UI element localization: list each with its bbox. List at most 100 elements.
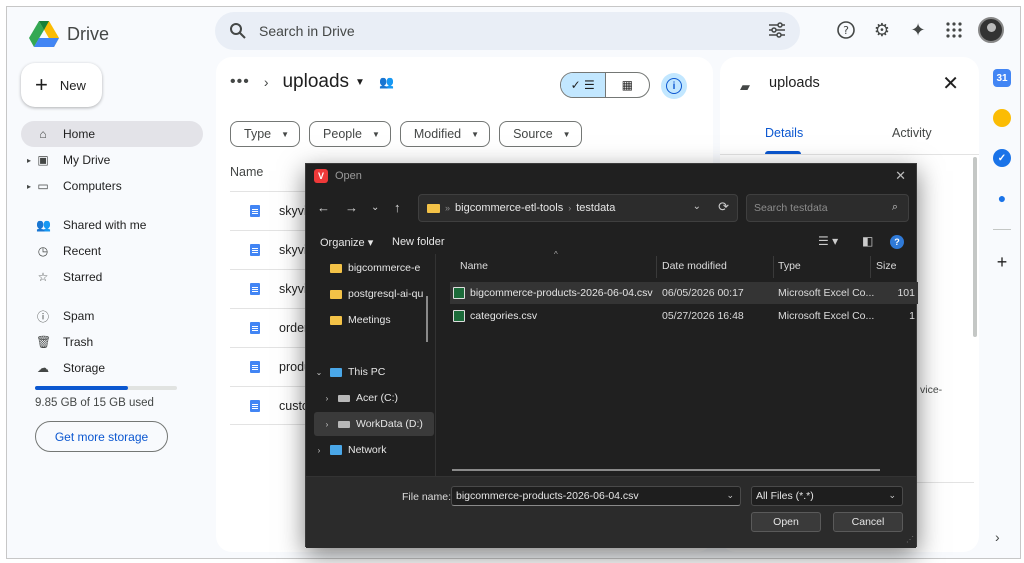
dialog-search-input[interactable]: Search testdata ⌕ [746, 194, 909, 222]
apps-grid-icon[interactable] [942, 18, 966, 42]
new-button[interactable]: + New [21, 63, 102, 107]
filter-type[interactable]: Type ▼ [230, 121, 301, 147]
address-bar[interactable]: » bigcommerce-etl-tools › testdata ⌄ ⟳ [418, 194, 738, 222]
forward-arrow-icon[interactable]: → [345, 200, 358, 215]
preview-pane-icon[interactable]: ◧ [862, 234, 873, 248]
drive-icon: ▣ [37, 153, 49, 167]
path-segment[interactable]: bigcommerce-etl-tools [455, 202, 563, 214]
calendar-icon[interactable]: 31 [993, 69, 1011, 87]
sidebar-item-my-drive[interactable]: ▸ ▣ My Drive [21, 147, 203, 173]
sidebar-item-starred[interactable]: ☆ Starred [21, 264, 203, 290]
nav-folder-item[interactable]: postgresql-ai-qu [314, 282, 434, 306]
search-bar[interactable]: Search in Drive [215, 12, 800, 50]
chevron-down-icon[interactable]: ⌄ [726, 490, 734, 501]
expand-caret-icon[interactable]: ▸ [27, 182, 31, 191]
add-addon-icon[interactable]: + [997, 252, 1008, 273]
column-header-name[interactable]: Name [230, 165, 263, 179]
path-segment[interactable]: testdata [576, 202, 615, 214]
filter-source[interactable]: Source ▼ [499, 121, 582, 147]
expand-caret-icon[interactable]: ▸ [27, 156, 31, 165]
help-icon[interactable]: ? [890, 235, 904, 249]
expand-panel-chevron-icon[interactable]: › [995, 529, 1000, 545]
file-row[interactable]: bigcommerce-products-2026-06-04.csv 06/0… [450, 282, 918, 304]
collapsed-chevron-icon[interactable]: › [322, 394, 332, 403]
shared-people-icon[interactable]: 👥 [379, 75, 394, 89]
help-icon[interactable]: ? [834, 18, 858, 42]
sidebar-item-label: Computers [63, 179, 122, 193]
close-icon[interactable]: ✕ [942, 71, 959, 96]
doc-icon [250, 322, 260, 334]
column-date-modified[interactable]: Date modified [662, 260, 727, 272]
resize-grip-icon[interactable]: ⋰ [906, 535, 914, 544]
file-name-input[interactable]: bigcommerce-products-2026-06-04.csv ⌄ [451, 486, 741, 506]
sidebar-item-spam[interactable]: ⓘ Spam [21, 303, 203, 329]
nav-folder-item[interactable]: Meetings [314, 308, 434, 332]
nav-drive-d[interactable]: › WorkData (D:) [314, 412, 434, 436]
sidebar-item-recent[interactable]: ◷ Recent [21, 238, 203, 264]
file-row[interactable]: categories.csv 05/27/2026 16:48 Microsof… [450, 305, 918, 327]
file-type-select[interactable]: All Files (*.*) ⌄ [751, 486, 903, 506]
collapsed-chevron-icon[interactable]: › [314, 446, 324, 455]
nav-item-label: postgresql-ai-qu [348, 288, 424, 300]
back-arrow-icon[interactable]: ← [317, 200, 330, 215]
sidebar-item-home[interactable]: ⌂ Home [21, 121, 203, 147]
doc-icon [250, 399, 260, 412]
cancel-button[interactable]: Cancel [833, 512, 903, 532]
chevron-down-icon[interactable]: ⌄ [693, 201, 701, 212]
get-more-storage-button[interactable]: Get more storage [35, 421, 168, 452]
filter-modified[interactable]: Modified ▼ [399, 121, 491, 147]
chevron-down-icon[interactable]: ▼ [355, 77, 365, 88]
account-avatar[interactable] [978, 17, 1004, 43]
grid-view-button[interactable]: ▦ [606, 73, 650, 97]
more-path-icon[interactable]: ••• [230, 73, 250, 91]
organize-menu[interactable]: Organize ▾ [320, 236, 373, 249]
clock-icon: ◷ [37, 244, 49, 258]
new-folder-button[interactable]: New folder [392, 236, 445, 248]
nav-this-pc[interactable]: ⌄ This PC [314, 360, 434, 384]
contacts-icon[interactable]: ● [993, 189, 1011, 207]
search-options-icon[interactable] [768, 22, 786, 38]
nav-item-label: Network [348, 444, 387, 456]
list-view-button[interactable]: ✓ ☰ [561, 73, 606, 97]
recent-locations-chevron-icon[interactable]: ⌄ [371, 202, 379, 213]
sidebar-item-shared[interactable]: 👥 Shared with me [21, 212, 203, 238]
drive-logo[interactable]: Drive [29, 21, 109, 47]
page-title[interactable]: uploads [282, 71, 349, 93]
sidebar-nav: ⌂ Home ▸ ▣ My Drive ▸ ▭ Computers 👥 Shared wit… [21, 121, 203, 381]
sidebar-item-storage[interactable]: ☁ Storage [21, 355, 203, 381]
search-input[interactable]: Search in Drive [259, 23, 355, 39]
settings-gear-icon[interactable]: ⚙ [870, 18, 894, 42]
nav-drive-c[interactable]: › Acer (C:) [314, 386, 434, 410]
gemini-sparkle-icon[interactable]: ✦ [906, 18, 930, 42]
details-info-button[interactable]: i [661, 73, 687, 99]
column-size[interactable]: Size [876, 260, 896, 272]
details-scrollbar[interactable] [973, 157, 977, 337]
column-separator[interactable] [656, 256, 657, 278]
up-arrow-icon[interactable]: ↑ [394, 200, 401, 215]
doc-icon [250, 244, 260, 256]
column-separator[interactable] [870, 256, 871, 278]
pane-divider[interactable] [435, 254, 436, 476]
header-actions: ? ⚙ ✦ [834, 17, 1004, 43]
nav-folder-item[interactable]: bigcommerce-e [314, 256, 434, 280]
column-name[interactable]: Name [460, 260, 488, 272]
refresh-icon[interactable]: ⟳ [718, 199, 729, 215]
keep-icon[interactable] [993, 109, 1011, 127]
view-options-icon[interactable]: ☰ ▾ [818, 234, 838, 248]
collapsed-chevron-icon[interactable]: › [322, 420, 332, 429]
computer-icon: ▭ [37, 179, 49, 193]
close-icon[interactable]: ✕ [895, 168, 906, 184]
tab-activity[interactable]: Activity [892, 126, 932, 140]
tasks-icon[interactable]: ✓ [993, 149, 1011, 167]
column-type[interactable]: Type [778, 260, 801, 272]
nav-pane-scrollbar[interactable] [426, 296, 428, 342]
tab-details[interactable]: Details [765, 126, 803, 140]
expanded-chevron-icon[interactable]: ⌄ [314, 368, 324, 377]
nav-network[interactable]: › Network [314, 438, 434, 462]
filter-people[interactable]: People ▼ [309, 121, 391, 147]
sidebar-item-trash[interactable]: 🗑 Trash [21, 329, 203, 355]
sidebar-item-computers[interactable]: ▸ ▭ Computers [21, 173, 203, 199]
open-button[interactable]: Open [751, 512, 821, 532]
file-list-horizontal-scrollbar[interactable] [452, 469, 880, 471]
column-separator[interactable] [773, 256, 774, 278]
